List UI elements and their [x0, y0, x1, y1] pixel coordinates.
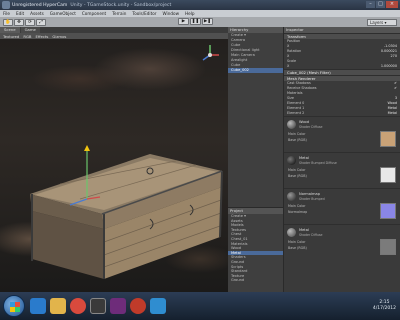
field-label: X	[287, 64, 290, 68]
unity-icon[interactable]	[90, 298, 106, 314]
maximize-button[interactable]: □	[376, 1, 385, 8]
main-color-label: Main Color	[288, 168, 306, 172]
layers-dropdown[interactable]: Layers ▾	[367, 18, 397, 26]
normalmap-slot[interactable]	[380, 203, 396, 219]
project-item[interactable]: Ground	[228, 278, 283, 283]
texture-slot[interactable]	[380, 239, 396, 255]
scale-tool-button[interactable]: ⤢	[36, 18, 46, 26]
main-color-label: Main Color	[288, 204, 306, 208]
hierarchy-item-selected[interactable]: Cube_002	[228, 68, 283, 73]
material-preview-sphere	[287, 120, 296, 129]
material-name: Wood	[299, 120, 310, 124]
material-name: Metal	[299, 228, 309, 232]
material-block: Metal Shader Diffuse Main Color Base (RG…	[284, 224, 400, 260]
move-tool-button[interactable]: ✥	[14, 18, 24, 26]
texture-slot[interactable]	[380, 167, 396, 183]
toolbar: ✋ ✥ ⟳ ⤢ ▶ ❚❚ ▶❚ Layers ▾	[0, 17, 400, 27]
scene-orientation-gizmo[interactable]	[202, 45, 219, 61]
shader-dropdown[interactable]: Shader Diffuse	[299, 233, 322, 237]
texture-label: Base (RGB)	[288, 174, 307, 178]
menu-window[interactable]: Window	[163, 11, 180, 16]
receive-shadows-checkbox[interactable]: ✔	[394, 86, 397, 91]
pause-button[interactable]: ❚❚	[190, 18, 201, 25]
app-icon	[2, 1, 10, 9]
recorder-icon[interactable]	[130, 298, 146, 314]
menu-edit[interactable]: Edit	[16, 11, 24, 16]
chrome-icon[interactable]	[70, 298, 86, 314]
play-button[interactable]: ▶	[178, 18, 189, 25]
shader-dropdown[interactable]: Shader Bumped	[299, 197, 325, 201]
window-controls: – □ ×	[366, 1, 398, 8]
material-preview-sphere	[287, 192, 296, 201]
menu-assets[interactable]: Assets	[30, 11, 44, 16]
texture-label: Base (RGB)	[288, 138, 307, 142]
window-title: Unregistered HyperCam	[12, 2, 68, 8]
effects-toggle[interactable]: Effects	[36, 34, 49, 39]
window-titlebar: Unregistered HyperCam Unity - TGameStock…	[0, 0, 400, 10]
menu-terrain[interactable]: Terrain	[112, 11, 126, 16]
material-block: Normalmap Shader Bumped Main Color Norma…	[284, 188, 400, 224]
draw-mode-dropdown[interactable]: Textured	[3, 34, 19, 39]
windows-taskbar: 2:15 4/17/2012	[0, 292, 400, 320]
material-preview-sphere	[287, 156, 296, 165]
field-value[interactable]: 1.000000	[381, 64, 397, 69]
menu-file[interactable]: File	[3, 11, 10, 16]
editor-icon[interactable]	[150, 298, 166, 314]
menu-help[interactable]: Help	[185, 11, 195, 16]
main-color-label: Main Color	[288, 132, 306, 136]
scene-panel: Scene Game Textured RGB Effects Gizmos	[0, 27, 228, 292]
material-name: Normalmap	[299, 192, 320, 196]
tab-game[interactable]: Game	[20, 27, 40, 33]
texture-slot[interactable]	[380, 131, 396, 147]
material-block: Wood Shader Diffuse Main Color Base (RGB…	[284, 116, 400, 152]
steam-icon[interactable]	[110, 298, 126, 314]
hand-tool-button[interactable]: ✋	[3, 18, 13, 26]
main-color-label: Main Color	[288, 240, 306, 244]
material-block: Metal Shader Bumped Diffuse Main Color B…	[284, 152, 400, 188]
menu-gameobject[interactable]: GameObject	[50, 11, 76, 16]
gizmos-dropdown[interactable]: Gizmos	[52, 34, 66, 39]
start-button[interactable]	[3, 295, 25, 317]
windows-logo-icon	[10, 302, 20, 312]
menu-bar: File Edit Assets GameObject Component Te…	[0, 10, 400, 17]
media-player-icon[interactable]	[30, 298, 46, 314]
field-value[interactable]: 270	[391, 54, 397, 59]
shader-dropdown[interactable]: Shader Bumped Diffuse	[299, 161, 337, 165]
hierarchy-panel: Hierarchy Create ▾ Camera Cube Direction…	[228, 27, 284, 207]
tab-scene[interactable]: Scene	[0, 27, 20, 33]
right-panels: Hierarchy Create ▾ Camera Cube Direction…	[228, 27, 400, 292]
minimize-button[interactable]: –	[366, 1, 375, 8]
texture-label: Base (RGB)	[288, 246, 307, 250]
inspector-panel: Inspector Transform Position X -1.0304 Ro…	[284, 27, 400, 292]
play-controls: ▶ ❚❚ ▶❚	[178, 18, 213, 25]
rotate-tool-button[interactable]: ⟳	[25, 18, 35, 26]
scene-render	[30, 45, 223, 279]
close-button[interactable]: ×	[386, 1, 398, 8]
menu-component[interactable]: Component	[82, 11, 106, 16]
clock-date: 4/17/2012	[372, 306, 396, 311]
folder-icon[interactable]	[50, 298, 66, 314]
material-preview-sphere	[287, 228, 296, 237]
treasure-chest-model[interactable]	[30, 154, 223, 279]
render-mode-dropdown[interactable]: RGB	[23, 34, 31, 39]
step-button[interactable]: ▶❚	[202, 18, 213, 25]
shader-dropdown[interactable]: Shader Diffuse	[299, 125, 322, 129]
menu-tools[interactable]: Tools/Editor	[132, 11, 156, 16]
project-panel: Project Create ▾ Assets Models Textures …	[228, 207, 284, 292]
texture-label: Normalmap	[288, 210, 308, 214]
window-subtitle: Unity - TGameStock.unity - Sandbox/proje…	[70, 2, 172, 8]
system-tray-clock[interactable]: 2:15 4/17/2012	[373, 300, 396, 312]
scene-viewport[interactable]	[0, 39, 228, 292]
material-name: Metal	[299, 156, 309, 160]
